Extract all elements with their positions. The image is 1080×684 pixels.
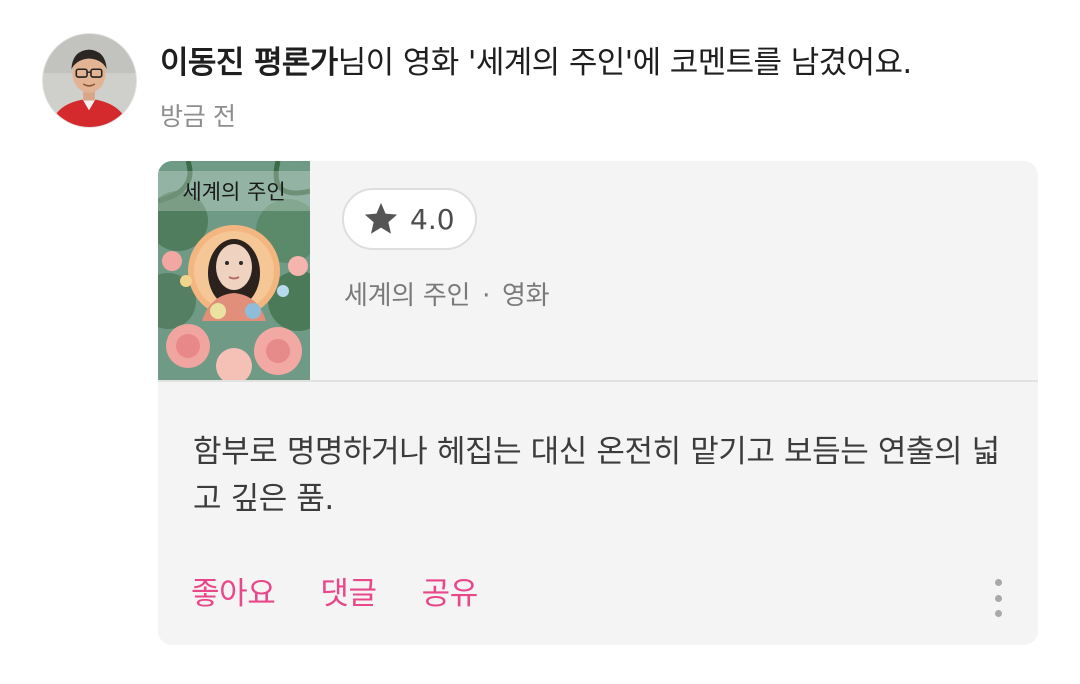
star-icon [362,201,400,237]
movie-poster[interactable]: 세계의 주인 [158,161,310,380]
activity-action-text: 님이 영화 '세계의 주인'에 코멘트를 남겼어요. [337,45,913,81]
dot [994,579,1002,586]
timestamp: 방금 전 [160,102,236,131]
author-name[interactable]: 이동진 평론가 [160,45,338,81]
share-button[interactable]: 공유 [422,572,479,616]
activity-feed-item: 이동진 평론가님이 영화 '세계의 주인'에 코멘트를 남겼어요. 방금 전 세… [0,0,1080,684]
meta-separator: · [482,281,491,311]
more-vertical-icon[interactable] [984,574,1012,622]
rating-value: 4.0 [410,202,455,236]
comment-button[interactable]: 댓글 [320,572,377,616]
activity-headline: 이동진 평론가님이 영화 '세계의 주인'에 코멘트를 남겼어요. [160,42,1065,84]
rating-badge: 4.0 [342,188,477,250]
movie-category: 영화 [502,281,550,311]
poster-title: 세계의 주인 [182,180,285,204]
movie-info[interactable]: 세계의 주인 4.0 세계의 주인 · 영화 [158,161,1038,380]
action-bar: 좋아요 댓글 공유 [191,572,478,616]
comment-text[interactable]: 함부로 명명하거나 헤집는 대신 온전히 맡기고 보듬는 연출의 넓고 깊은 품… [193,429,1013,523]
movie-title: 세계의 주인 [344,281,471,311]
avatar[interactable] [42,33,137,128]
comment-card[interactable]: 세계의 주인 4.0 세계의 주인 · 영화 함부로 명명하거나 헤집는 대신 온전… [158,161,1038,645]
movie-meta: 세계의 주인 · 영화 [344,278,550,314]
card-divider [158,380,1038,382]
dot [994,594,1002,602]
like-button[interactable]: 좋아요 [191,572,276,616]
dot [994,610,1002,617]
